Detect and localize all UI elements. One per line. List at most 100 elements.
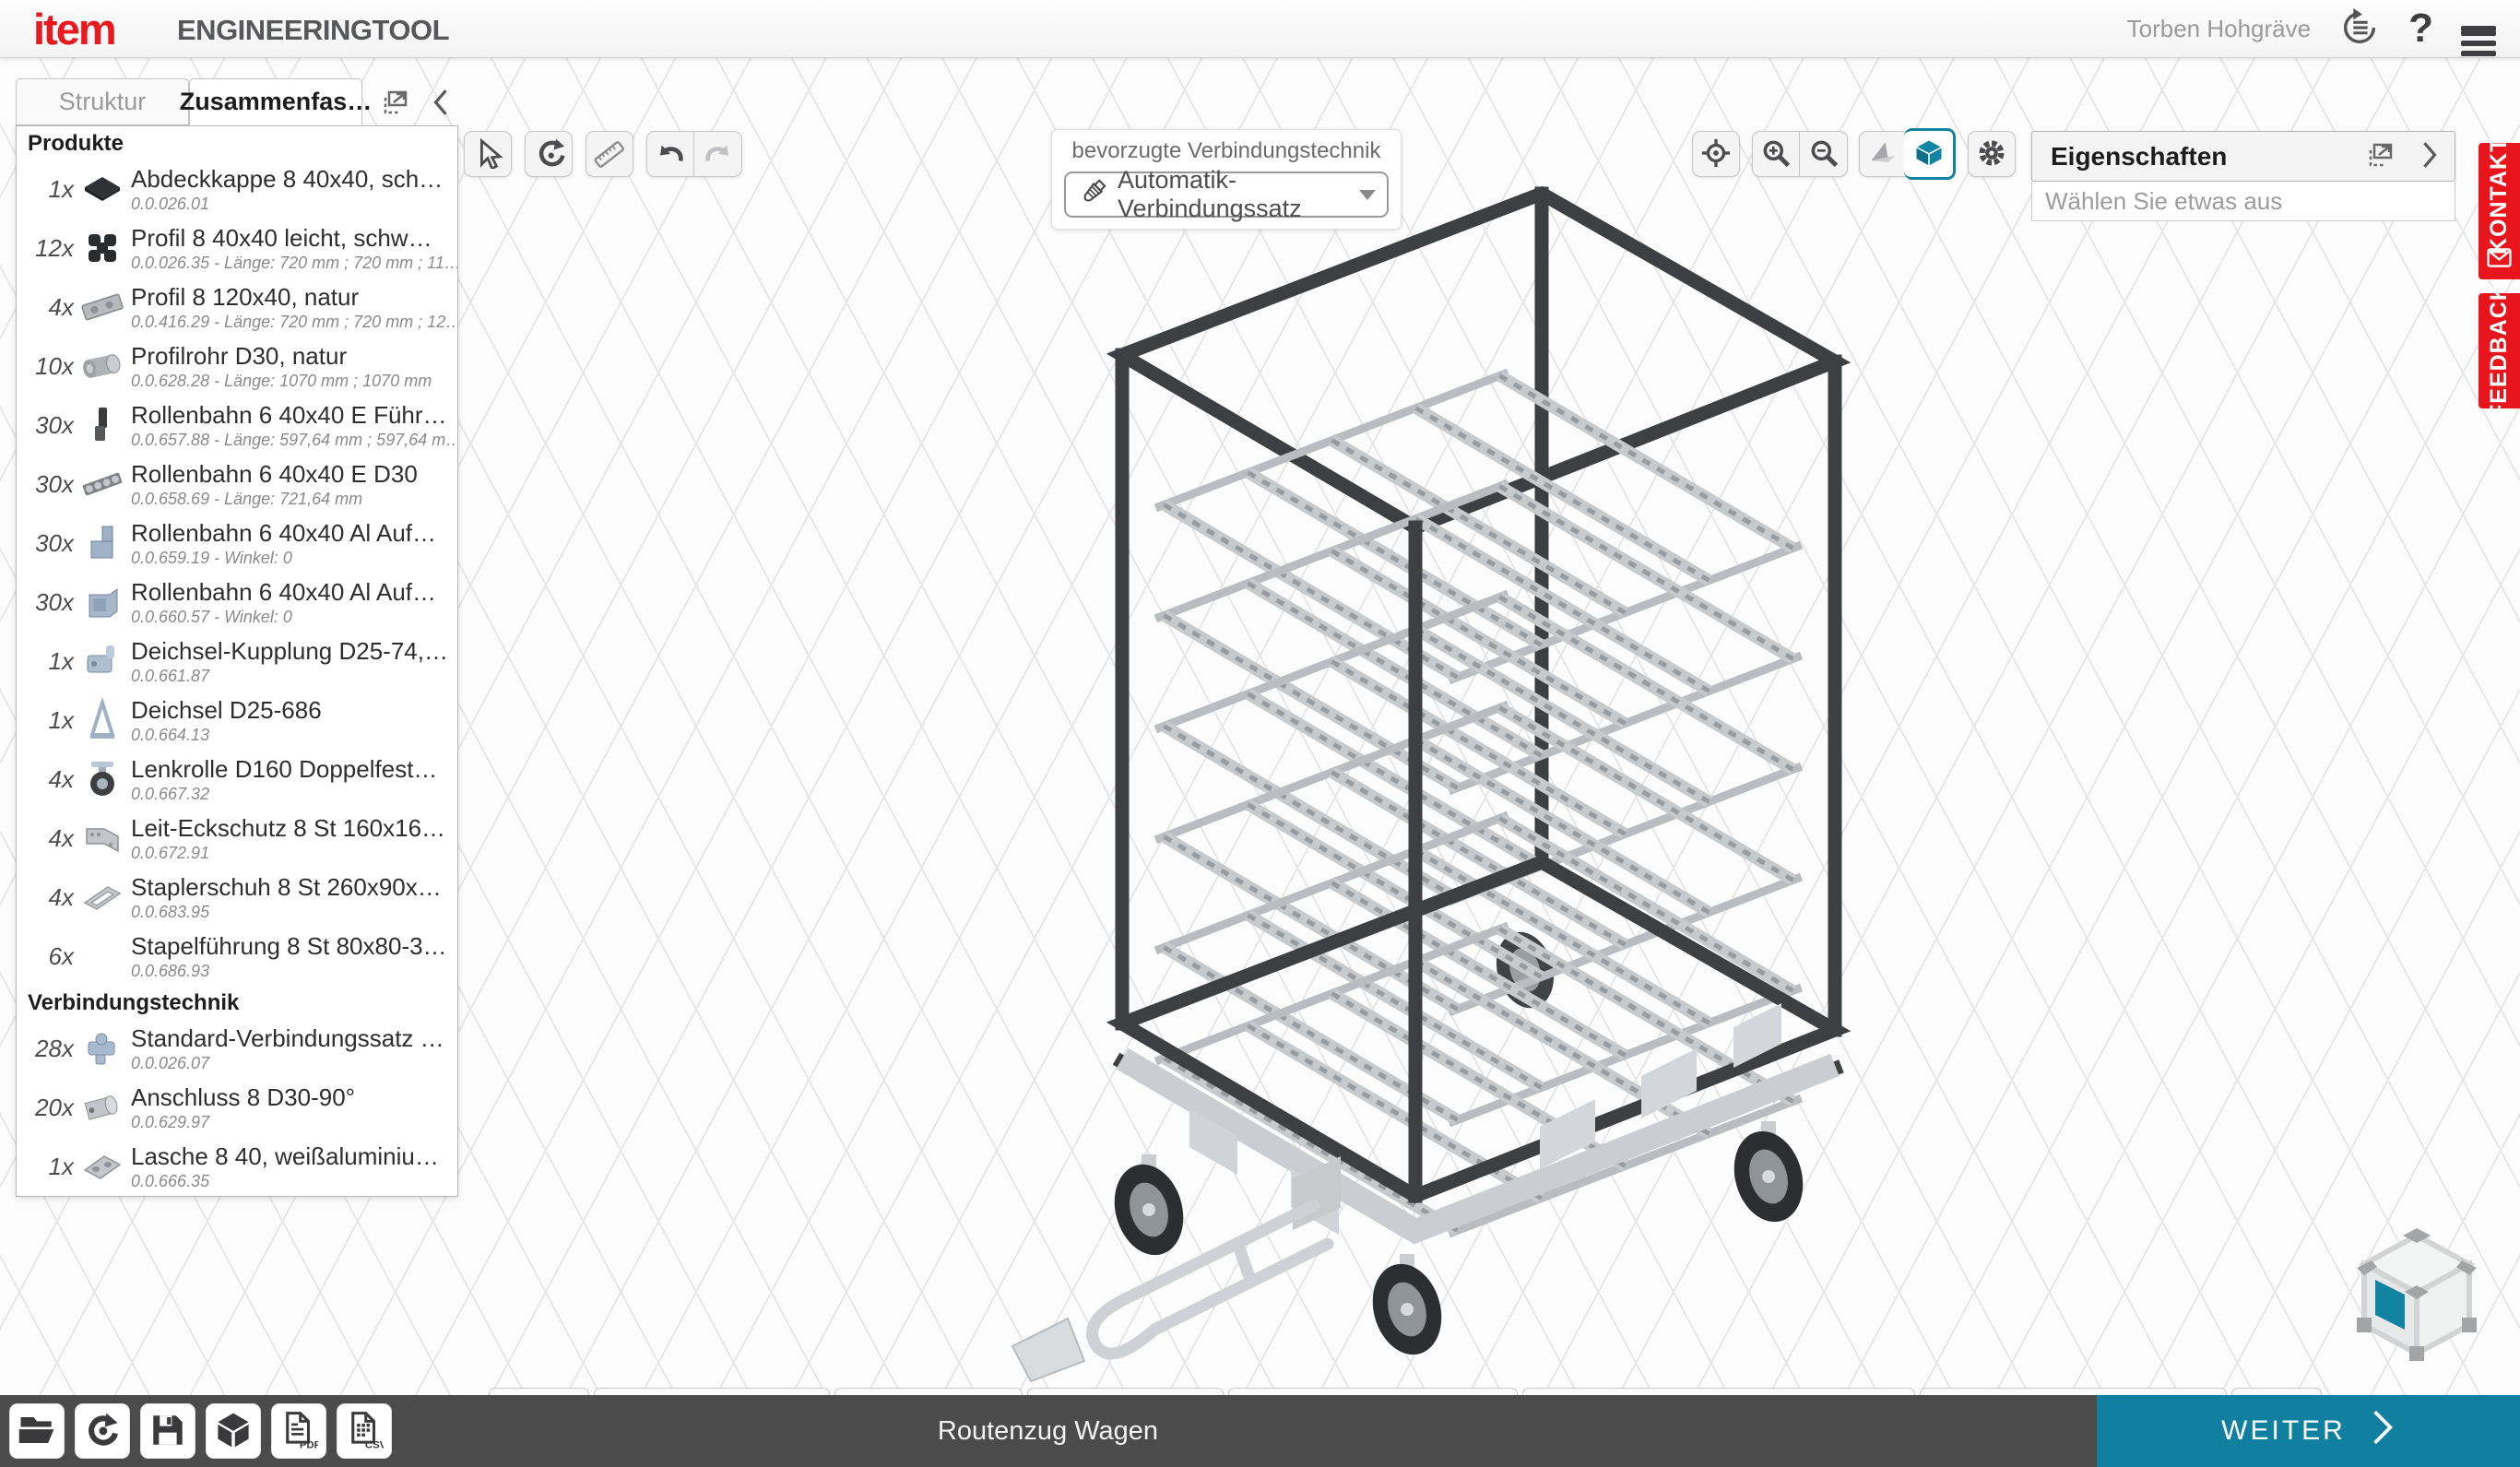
list-item[interactable]: 1xLasche 8 40, weißaluminiu…0.0.666.35 — [17, 1137, 457, 1196]
item-thumbnail — [74, 1141, 131, 1192]
item-thumbnail — [74, 1023, 131, 1074]
connection-technique-select[interactable]: Automatik-Verbindungssatz — [1064, 172, 1389, 218]
item-subtitle: 0.0.026.35 - Länge: 720 mm ; 720 mm ; 11… — [131, 254, 457, 273]
select-tool-button[interactable] — [464, 131, 512, 177]
app-title: ENGINEERINGTOOL — [177, 14, 449, 47]
item-title: Lasche 8 40, weißaluminiu… — [131, 1142, 457, 1171]
measure-tool-button[interactable] — [586, 131, 633, 177]
chevron-right-icon — [2419, 139, 2440, 173]
redo-button[interactable] — [694, 131, 742, 177]
list-item[interactable]: 1xAbdeckkappe 8 40x40, sch…0.0.026.01 — [17, 160, 457, 219]
item-qty: 30x — [17, 588, 74, 617]
item-subtitle: 0.0.658.69 - Länge: 721,64 mm — [131, 490, 457, 509]
item-subtitle: 0.0.416.29 - Länge: 720 mm ; 720 mm ; 12… — [131, 313, 457, 332]
orientation-cube[interactable] — [2348, 1224, 2486, 1377]
list-item[interactable]: 4xStaplerschuh 8 St 260x90x…0.0.683.95 — [17, 868, 457, 927]
panel-collapse-button[interactable] — [429, 85, 453, 123]
item-title: Lenkrolle D160 Doppelfest… — [131, 755, 457, 784]
list-item[interactable]: 30xRollenbahn 6 40x40 Al Auf…0.0.660.57 … — [17, 573, 457, 632]
cursor-icon — [472, 137, 503, 172]
zoom-out-icon — [1808, 137, 1840, 172]
list-item[interactable]: 4xLeit-Eckschutz 8 St 160x16…0.0.672.91 — [17, 809, 457, 868]
item-thumbnail — [74, 871, 131, 923]
undo-button[interactable] — [646, 131, 694, 177]
list-item[interactable]: 28xStandard-Verbindungssatz …0.0.026.07 — [17, 1019, 457, 1078]
item-thumbnail — [74, 222, 131, 274]
rotate-tool-button[interactable] — [525, 131, 573, 177]
item-subtitle: 0.0.660.57 - Winkel: 0 — [131, 608, 457, 627]
tab-struktur[interactable]: Struktur — [16, 78, 189, 125]
item-qty: 4x — [17, 883, 74, 912]
chevron-left-icon — [431, 87, 451, 121]
item-thumbnail — [74, 399, 131, 451]
properties-title: Eigenschaften — [2032, 142, 2227, 172]
history-button[interactable] — [2338, 6, 2381, 52]
undo-icon — [655, 137, 686, 172]
item-qty: 20x — [17, 1094, 74, 1122]
list-item[interactable]: 30x Rollenbahn 6 40x40 E D300.0.658.69 - … — [17, 455, 457, 514]
shading-solid-button[interactable] — [1904, 128, 1956, 180]
solid-shading-icon — [1912, 136, 1946, 172]
popout-icon — [379, 86, 412, 122]
list-item[interactable]: 4x Profil 8 120x40, natur0.0.416.29 - Län… — [17, 278, 457, 337]
cart-model[interactable] — [996, 177, 1899, 1385]
zoom-out-button[interactable] — [1800, 131, 1848, 177]
view-settings-button[interactable] — [1968, 131, 2016, 177]
weiter-button[interactable]: WEITER — [2097, 1395, 2520, 1467]
hamburger-icon — [2461, 26, 2496, 31]
item-qty: 1x — [17, 706, 74, 735]
item-subtitle: 0.0.686.93 — [131, 962, 457, 981]
help-button[interactable]: ? — [2408, 8, 2433, 49]
list-item[interactable]: 10xProfilrohr D30, natur0.0.628.28 - Län… — [17, 337, 457, 396]
list-item[interactable]: 4xLenkrolle D160 Doppelfest…0.0.667.32 — [17, 750, 457, 809]
section-title: Produkte — [17, 126, 457, 160]
list-item[interactable]: 6xStapelführung 8 St 80x80-3…0.0.686.93 — [17, 927, 457, 986]
item-thumbnail — [74, 812, 131, 864]
item-title: Leit-Eckschutz 8 St 160x16… — [131, 814, 457, 843]
properties-collapse-button[interactable] — [2418, 137, 2442, 175]
item-thumbnail — [74, 753, 131, 805]
connection-technique-panel: bevorzugte Verbindungstechnik Automatik-… — [1051, 129, 1402, 230]
tab-zusammenfassung[interactable]: Zusammenfas… — [189, 78, 362, 125]
gear-icon — [1976, 137, 2007, 172]
kontakt-tab[interactable]: KONTAKT — [2479, 143, 2520, 279]
panel-popout-button[interactable] — [377, 84, 414, 124]
center-view-button[interactable] — [1692, 131, 1740, 177]
item-qty: 30x — [17, 470, 74, 499]
list-item[interactable]: 1xDeichsel-Kupplung D25-74,…0.0.661.87 — [17, 632, 457, 691]
item-subtitle: 0.0.672.91 — [131, 844, 457, 863]
list-item[interactable]: 20xAnschluss 8 D30-90°0.0.629.97 — [17, 1078, 457, 1137]
list-item[interactable]: 1xDeichsel D25-6860.0.664.13 — [17, 691, 457, 750]
list-item[interactable]: 30xRollenbahn 6 40x40 Al Auf…0.0.659.19 … — [17, 514, 457, 573]
item-thumbnail — [74, 163, 131, 215]
item-qty: 28x — [17, 1035, 74, 1063]
zoom-in-icon — [1760, 137, 1792, 172]
item-title: Profilrohr D30, natur — [131, 342, 457, 371]
item-thumbnail — [74, 930, 131, 982]
properties-popout-button[interactable] — [2362, 136, 2399, 176]
feedback-tab[interactable]: FEEDBACK — [2479, 293, 2520, 408]
zoom-in-button[interactable] — [1752, 131, 1800, 177]
list-item[interactable]: 30xRollenbahn 6 40x40 E Führ…0.0.657.88 … — [17, 396, 457, 455]
list-item[interactable]: 12xProfil 8 40x40 leicht, schw…0.0.026.3… — [17, 219, 457, 278]
item-title: Rollenbahn 6 40x40 E Führ… — [131, 401, 457, 430]
item-title: Profil 8 120x40, natur — [131, 283, 457, 312]
item-qty: 4x — [17, 293, 74, 322]
item-title: Rollenbahn 6 40x40 E D30 — [131, 460, 457, 489]
screw-icon — [1077, 177, 1108, 213]
item-qty: 30x — [17, 411, 74, 440]
shading-flat-button[interactable] — [1859, 131, 1907, 177]
item-title: Anschluss 8 D30-90° — [131, 1083, 457, 1112]
main-menu-button[interactable] — [2461, 21, 2496, 36]
ruler-icon — [594, 137, 625, 172]
item-title: Stapelführung 8 St 80x80-3… — [131, 932, 457, 961]
project-name: Routenzug Wagen — [0, 1395, 2096, 1467]
connection-technique-label: bevorzugte Verbindungstechnik — [1052, 138, 1401, 164]
properties-placeholder: Wählen Sie etwas aus — [2031, 182, 2455, 221]
item-thumbnail — [74, 281, 131, 333]
redo-icon — [703, 137, 734, 172]
tab-struktur-label: Struktur — [59, 88, 147, 116]
item-subtitle: 0.0.661.87 — [131, 667, 457, 686]
parts-panel: Struktur Zusammenfas… Produkte1xAbdeckka… — [16, 78, 458, 1199]
crosshair-icon — [1700, 137, 1732, 172]
